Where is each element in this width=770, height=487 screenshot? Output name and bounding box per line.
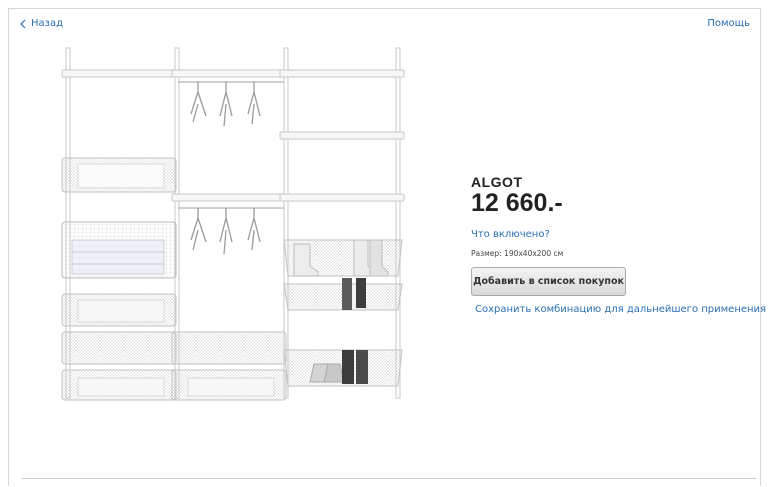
product-name: ALGOT [471,174,523,190]
whats-included-link[interactable]: Что включено? [471,229,550,240]
bottom-divider [22,478,756,479]
product-size: Размер: 190x40x200 см [471,249,564,258]
left-baskets [61,157,177,401]
product-image [61,47,405,401]
hangers [190,82,261,255]
chevron-left-icon [20,19,26,28]
save-combination-label: Сохранить комбинацию для дальнейшего при… [475,304,767,315]
product-info: ALGOT 12 660.- Что включено? Размер: 190… [471,174,766,315]
back-label: Назад [31,18,64,29]
add-to-shopping-list-button[interactable]: Добавить в список покупок [471,267,626,296]
clothes-rails [178,81,284,209]
back-link[interactable]: Назад [18,18,63,29]
middle-baskets [171,331,287,401]
product-price: 12 660.- [471,189,563,217]
help-link[interactable]: Помощь [707,18,750,29]
save-combination-link[interactable]: Сохранить комбинацию для дальнейшего при… [471,304,766,315]
